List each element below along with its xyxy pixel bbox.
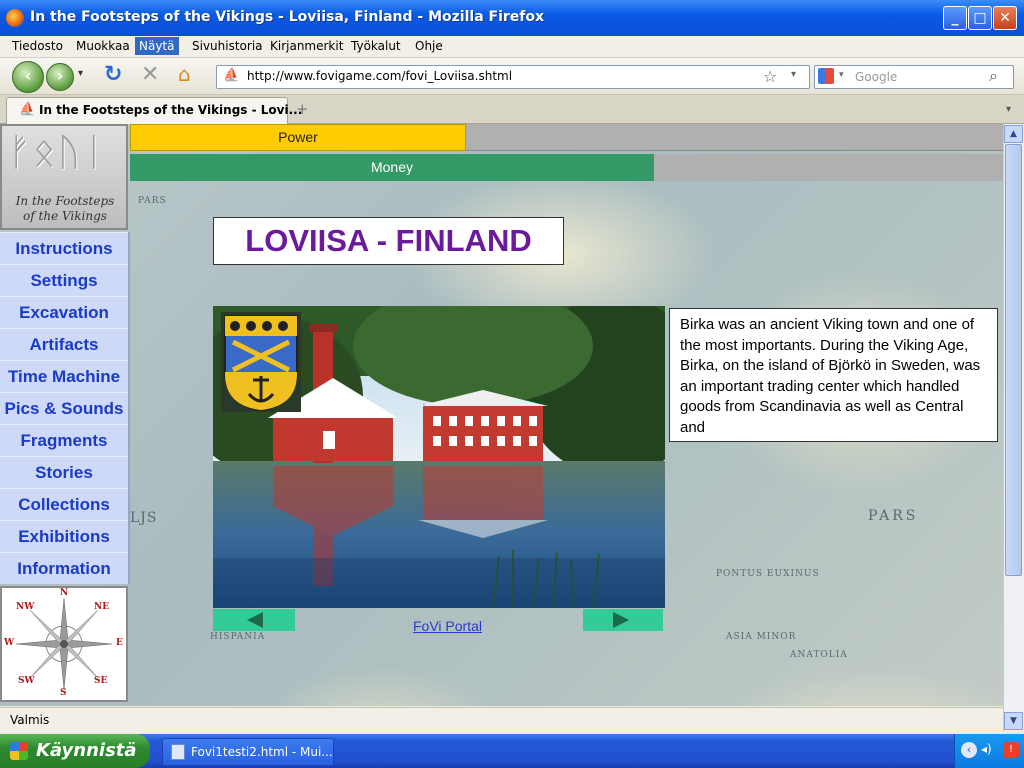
- arrow-left-icon: [247, 612, 263, 628]
- start-button[interactable]: Käynnistä: [0, 734, 150, 768]
- search-bar[interactable]: ▾ Google ⌕: [814, 65, 1014, 89]
- sidebar-item-exhibitions[interactable]: Exhibitions: [0, 520, 128, 553]
- window-title: In the Footsteps of the Vikings - Loviis…: [30, 9, 545, 25]
- tray-expand-icon[interactable]: ‹: [961, 742, 977, 758]
- map-label: LJS: [130, 510, 158, 526]
- window-title-bar[interactable]: In the Footsteps of the Vikings - Loviis…: [0, 0, 1024, 36]
- menu-edit[interactable]: Muokkaa: [76, 39, 130, 53]
- map-label: PARS: [868, 508, 919, 524]
- bookmark-star-icon[interactable]: ☆: [763, 67, 777, 86]
- sidebar-item-settings[interactable]: Settings: [0, 264, 128, 297]
- tab-favicon-icon: ⛵: [19, 102, 36, 117]
- compass-e: E: [116, 638, 123, 648]
- forward-button[interactable]: ›: [46, 63, 74, 91]
- document-icon: [171, 744, 185, 760]
- page-title: LOVIISA - FINLAND: [213, 217, 564, 265]
- money-meter: Money: [130, 154, 654, 181]
- sidebar-item-time-machine[interactable]: Time Machine: [0, 360, 128, 393]
- url-dropdown-icon[interactable]: ▾: [791, 69, 796, 80]
- menu-tools[interactable]: Työkalut: [351, 39, 401, 53]
- url-text: http://www.fovigame.com/fovi_Loviisa.sht…: [247, 69, 513, 83]
- coat-of-arms-icon: [221, 312, 301, 412]
- menu-bar: Tiedosto Muokkaa Näytä Sivuhistoria Kirj…: [0, 36, 1024, 58]
- site-logo[interactable]: ᚠᛟᚢᛁ In the Footsteps of the Vikings: [0, 124, 128, 230]
- compass-s: S: [60, 688, 67, 698]
- previous-button[interactable]: [213, 609, 295, 631]
- map-label: ANATOLIA: [790, 650, 848, 660]
- compass-w: W: [4, 638, 15, 648]
- sidebar-item-excavation[interactable]: Excavation: [0, 296, 128, 329]
- tab-list-icon[interactable]: ▾: [1006, 104, 1011, 115]
- menu-help[interactable]: Ohje: [415, 39, 443, 53]
- sidebar-menu: Instructions Settings Excavation Artifac…: [0, 232, 130, 584]
- site-favicon-icon: ⛵: [223, 68, 240, 83]
- scroll-up-icon[interactable]: ▲: [1004, 125, 1023, 143]
- home-icon[interactable]: ⌂: [178, 62, 191, 86]
- alert-icon[interactable]: !: [1003, 742, 1019, 758]
- stop-icon[interactable]: ✕: [141, 62, 159, 87]
- system-tray: ‹ ◂) !: [954, 734, 1024, 768]
- firefox-icon: [6, 9, 24, 27]
- sidebar-item-artifacts[interactable]: Artifacts: [0, 328, 128, 361]
- loviisa-photo: [213, 306, 665, 608]
- taskbar-item[interactable]: Fovi1testi2.html - Mui...: [162, 738, 334, 766]
- menu-view[interactable]: Näytä: [135, 37, 179, 55]
- power-meter: Power: [130, 124, 466, 151]
- sidebar-item-collections[interactable]: Collections: [0, 488, 128, 521]
- compass-n: N: [60, 588, 69, 598]
- windows-logo-icon: [10, 742, 28, 760]
- sidebar-item-stories[interactable]: Stories: [0, 456, 128, 489]
- search-placeholder: Google: [855, 70, 898, 84]
- money-meter-remaining: [654, 154, 1003, 181]
- windows-taskbar: [0, 734, 1024, 768]
- back-button[interactable]: ‹: [12, 61, 44, 93]
- menu-bookmarks[interactable]: Kirjanmerkit: [270, 39, 343, 53]
- status-bar: Valmis: [0, 707, 1003, 733]
- map-label: HISPANIA: [210, 632, 266, 642]
- sidebar-item-instructions[interactable]: Instructions: [0, 232, 128, 265]
- reload-icon[interactable]: ↻: [104, 62, 122, 87]
- menu-file[interactable]: Tiedosto: [12, 39, 63, 53]
- scroll-down-icon[interactable]: ▼: [1004, 712, 1023, 730]
- logo-text: In the Footsteps of the Vikings: [6, 194, 124, 224]
- compass-sw: SW: [18, 676, 35, 686]
- rune-logo-icon: ᚠᛟᚢᛁ: [8, 130, 108, 174]
- start-label: Käynnistä: [36, 740, 137, 761]
- description-box: Birka was an ancient Viking town and one…: [669, 308, 998, 442]
- compass-nw: NW: [16, 602, 35, 612]
- address-bar[interactable]: ⛵ http://www.fovigame.com/fovi_Loviisa.s…: [216, 65, 810, 89]
- engine-dropdown-icon[interactable]: ▾: [839, 70, 844, 80]
- taskbar-item-label: Fovi1testi2.html - Mui...: [191, 745, 333, 759]
- arrow-right-icon: [613, 612, 629, 628]
- minimize-button[interactable]: _: [943, 6, 967, 30]
- sidebar-item-fragments[interactable]: Fragments: [0, 424, 128, 457]
- power-meter-remaining: [466, 124, 1003, 151]
- new-tab-icon[interactable]: +: [296, 100, 309, 118]
- fovi-portal-link[interactable]: FoVi Portal: [413, 618, 482, 634]
- compass-ne: NE: [94, 602, 110, 612]
- logo-text-line-1: In the Footsteps: [15, 194, 115, 208]
- next-button[interactable]: [583, 609, 663, 631]
- status-text: Valmis: [10, 713, 50, 727]
- history-dropdown-icon[interactable]: ▾: [78, 68, 83, 79]
- sidebar-item-pics-sounds[interactable]: Pics & Sounds: [0, 392, 128, 425]
- google-engine-icon[interactable]: [818, 68, 834, 84]
- map-label: PARS: [138, 196, 167, 206]
- close-window-button[interactable]: ✕: [993, 6, 1017, 30]
- menu-history[interactable]: Sivuhistoria: [192, 39, 263, 53]
- sidebar-item-information[interactable]: Information: [0, 552, 128, 585]
- compass-se: SE: [94, 676, 108, 686]
- volume-icon[interactable]: ◂): [981, 742, 992, 756]
- search-icon[interactable]: ⌕: [989, 66, 998, 86]
- logo-text-line-2: of the Vikings: [23, 209, 107, 223]
- maximize-button[interactable]: □: [968, 6, 992, 30]
- map-label: ASIA MINOR: [726, 632, 797, 642]
- tab-label: In the Footsteps of the Vikings - Lovi..…: [39, 103, 303, 117]
- map-label: PONTUS EUXINUS: [716, 569, 820, 579]
- scrollbar-thumb[interactable]: [1005, 144, 1022, 576]
- page-content: PARS LJS PARS PONTUS EUXINUS HISPANIA AS…: [0, 124, 1003, 706]
- tab-loviisa[interactable]: ⛵ In the Footsteps of the Vikings - Lovi…: [6, 97, 302, 124]
- compass-rose: N NE E SE S SW W NW: [0, 586, 128, 702]
